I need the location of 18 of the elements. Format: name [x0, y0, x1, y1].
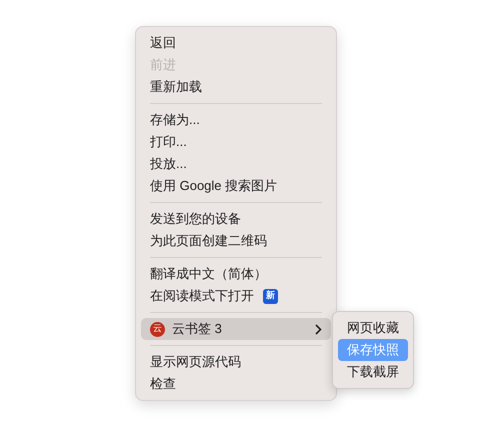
menu-item[interactable]: 发送到您的设备 [141, 208, 331, 230]
menu-item[interactable]: 检查 [141, 373, 331, 395]
menu-item[interactable]: 在阅读模式下打开 [150, 286, 254, 306]
cloud-logo-icon: 云 [150, 322, 165, 336]
menu-item[interactable]: 投放... [141, 153, 331, 175]
menu-item[interactable]: 存储为... [141, 109, 331, 131]
new-badge: 新 [263, 288, 278, 304]
menu-item[interactable]: 云 云书签 3 [141, 318, 331, 340]
submenu-item[interactable]: 下载截屏 [338, 361, 408, 383]
menu-item[interactable]: 显示网页源代码 [141, 351, 331, 373]
menu-item[interactable]: 返回 [141, 32, 331, 54]
menu-item[interactable]: 重新加载 [141, 76, 331, 98]
menu-item[interactable]: 打印... [141, 131, 331, 153]
menu-item[interactable]: 使用 Google 搜索图片 [141, 175, 331, 197]
menu-item[interactable]: 为此页面创建二维码 [141, 230, 331, 252]
menu-item[interactable]: 翻译成中文（简体） [141, 263, 331, 285]
chevron-right-icon [315, 324, 322, 334]
submenu-item[interactable]: 网页收藏 [338, 317, 408, 339]
